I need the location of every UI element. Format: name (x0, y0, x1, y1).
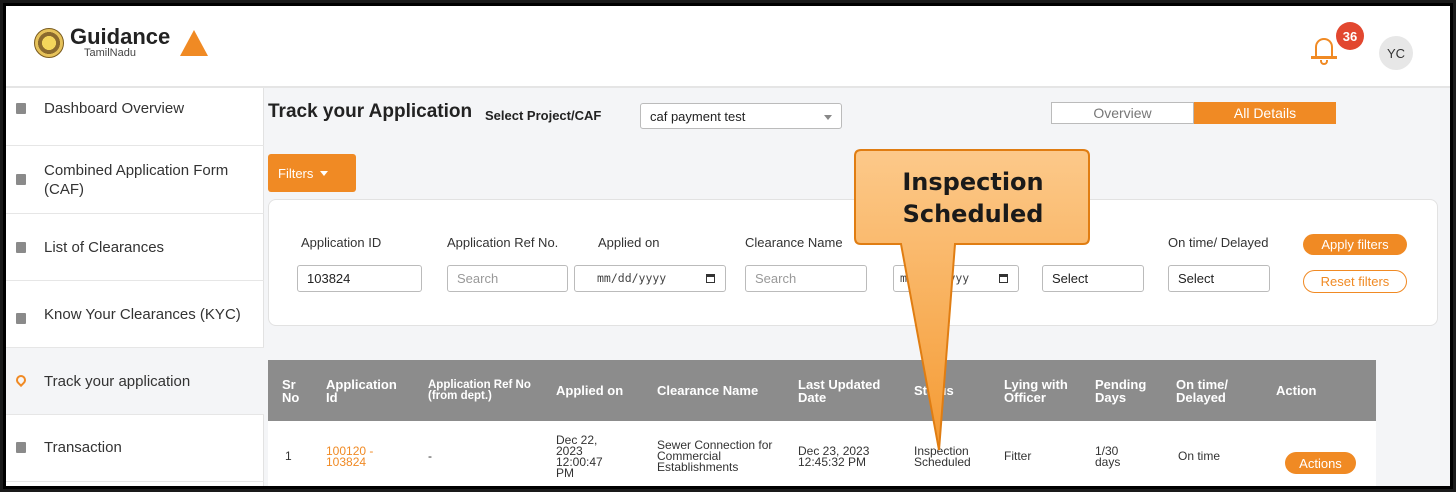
app-frame: Guidance TamilNadu 36 YC Dashboard Overv… (3, 3, 1453, 489)
calendar-icon[interactable] (706, 274, 715, 283)
sidebar-item-track-application[interactable]: Track your application (6, 348, 264, 415)
bell-icon[interactable] (1311, 36, 1337, 66)
col-application-ref: Application Ref No (from dept.) (428, 378, 531, 402)
tab-all-details[interactable]: All Details (1194, 102, 1336, 124)
sidebar-item-dashboard-overview[interactable]: Dashboard Overview (6, 88, 264, 146)
logo-sub-text: TamilNadu (84, 47, 136, 59)
callout-text: Inspection Scheduled (902, 168, 1044, 228)
project-select-label: Select Project/CAF (485, 108, 602, 123)
sidebar-item-label: Combined Application Form (CAF) (44, 161, 229, 198)
table-header: Sr No Application Id Application Ref No … (268, 360, 1376, 421)
filters-button-label: Filters (278, 165, 314, 181)
sidebar-item-transaction[interactable]: Transaction (6, 415, 264, 482)
location-pin-icon (13, 372, 29, 388)
guidance-logo[interactable]: Guidance TamilNadu (34, 26, 209, 59)
sidebar: Dashboard Overview Combined Application … (6, 88, 264, 486)
inspection-scheduled-callout: Inspection Scheduled (851, 144, 1091, 484)
filter-label-on-time: On time/ Delayed (1168, 235, 1269, 250)
clearance-name-input[interactable]: Search (745, 265, 867, 292)
ref-no-input[interactable]: Search (447, 265, 568, 292)
project-select-value: caf payment test (650, 109, 746, 124)
apply-filters-button[interactable]: Apply filters (1303, 234, 1407, 255)
chevron-down-icon (320, 170, 329, 176)
applied-on-date-value: mm/dd/yyyy (597, 271, 667, 285)
cell-applied-on: Dec 22, 2023 12:00:47 PM (556, 432, 603, 480)
tab-overview[interactable]: Overview (1051, 102, 1194, 124)
list-icon (16, 241, 26, 253)
actions-button[interactable]: Actions (1285, 452, 1356, 474)
application-id-input[interactable]: 103824 (297, 265, 422, 292)
sidebar-item-label: Transaction (44, 439, 122, 456)
cell-on-time: On time (1178, 449, 1221, 463)
col-sr-no: Sr No (282, 376, 300, 405)
document-icon (16, 174, 26, 185)
logo-main-text: Guidance (70, 24, 171, 49)
cell-pending-days: 1/30 days (1095, 443, 1121, 469)
user-avatar[interactable]: YC (1379, 36, 1413, 70)
applied-on-date-input[interactable]: mm/dd/yyyy (574, 265, 726, 292)
project-select[interactable]: caf payment test (640, 103, 842, 129)
col-applied-on: Applied on (556, 383, 624, 398)
sidebar-item-label: Dashboard Overview (44, 100, 185, 117)
reset-filters-button[interactable]: Reset filters (1303, 270, 1407, 293)
grid-icon (16, 103, 26, 114)
top-bar: Guidance TamilNadu 36 YC (6, 6, 1450, 88)
filters-button[interactable]: Filters (268, 154, 356, 192)
filter-label-clearance-name: Clearance Name (745, 235, 843, 250)
applications-table: Sr No Application Id Application Ref No … (268, 360, 1376, 486)
tn-emblem-icon (34, 27, 64, 58)
cell-sr: 1 (285, 449, 292, 463)
sidebar-item-caf[interactable]: Combined Application Form (CAF) (6, 146, 264, 214)
filter-label-application-id: Application ID (301, 235, 382, 250)
col-clearance-name: Clearance Name (657, 383, 759, 398)
sidebar-item-label: Know Your Clearances (KYC) (44, 305, 241, 323)
logo-triangle-icon (180, 29, 209, 56)
col-application-id: Application Id (326, 376, 397, 405)
page-title: Track your Application (268, 101, 473, 122)
cell-ref-no: - (428, 449, 432, 463)
col-action: Action (1276, 383, 1317, 398)
sidebar-item-kyc[interactable]: Know Your Clearances (KYC) (6, 281, 264, 348)
cell-application-id-link[interactable]: 100120 - 103824 (326, 421, 386, 486)
filter-label-applied-on: Applied on (598, 235, 660, 250)
col-on-time-delayed: On time/ Delayed (1176, 376, 1229, 405)
on-time-select[interactable]: Select (1168, 265, 1270, 292)
cell-clearance-name: Sewer Connection for Commercial Establis… (657, 438, 773, 474)
filter-label-ref-no: Application Ref No. (447, 235, 559, 250)
sidebar-item-list-of-clearances[interactable]: List of Clearances (6, 214, 264, 281)
col-pending-days: Pending Days (1095, 376, 1147, 405)
transaction-icon (16, 442, 26, 453)
chevron-down-icon (824, 115, 832, 120)
sidebar-item-label: List of Clearances (44, 238, 165, 256)
sidebar-item-label: Track your application (44, 373, 191, 390)
notification-badge[interactable]: 36 (1336, 22, 1364, 50)
book-icon (16, 312, 26, 324)
logo-text: Guidance TamilNadu (70, 26, 170, 59)
